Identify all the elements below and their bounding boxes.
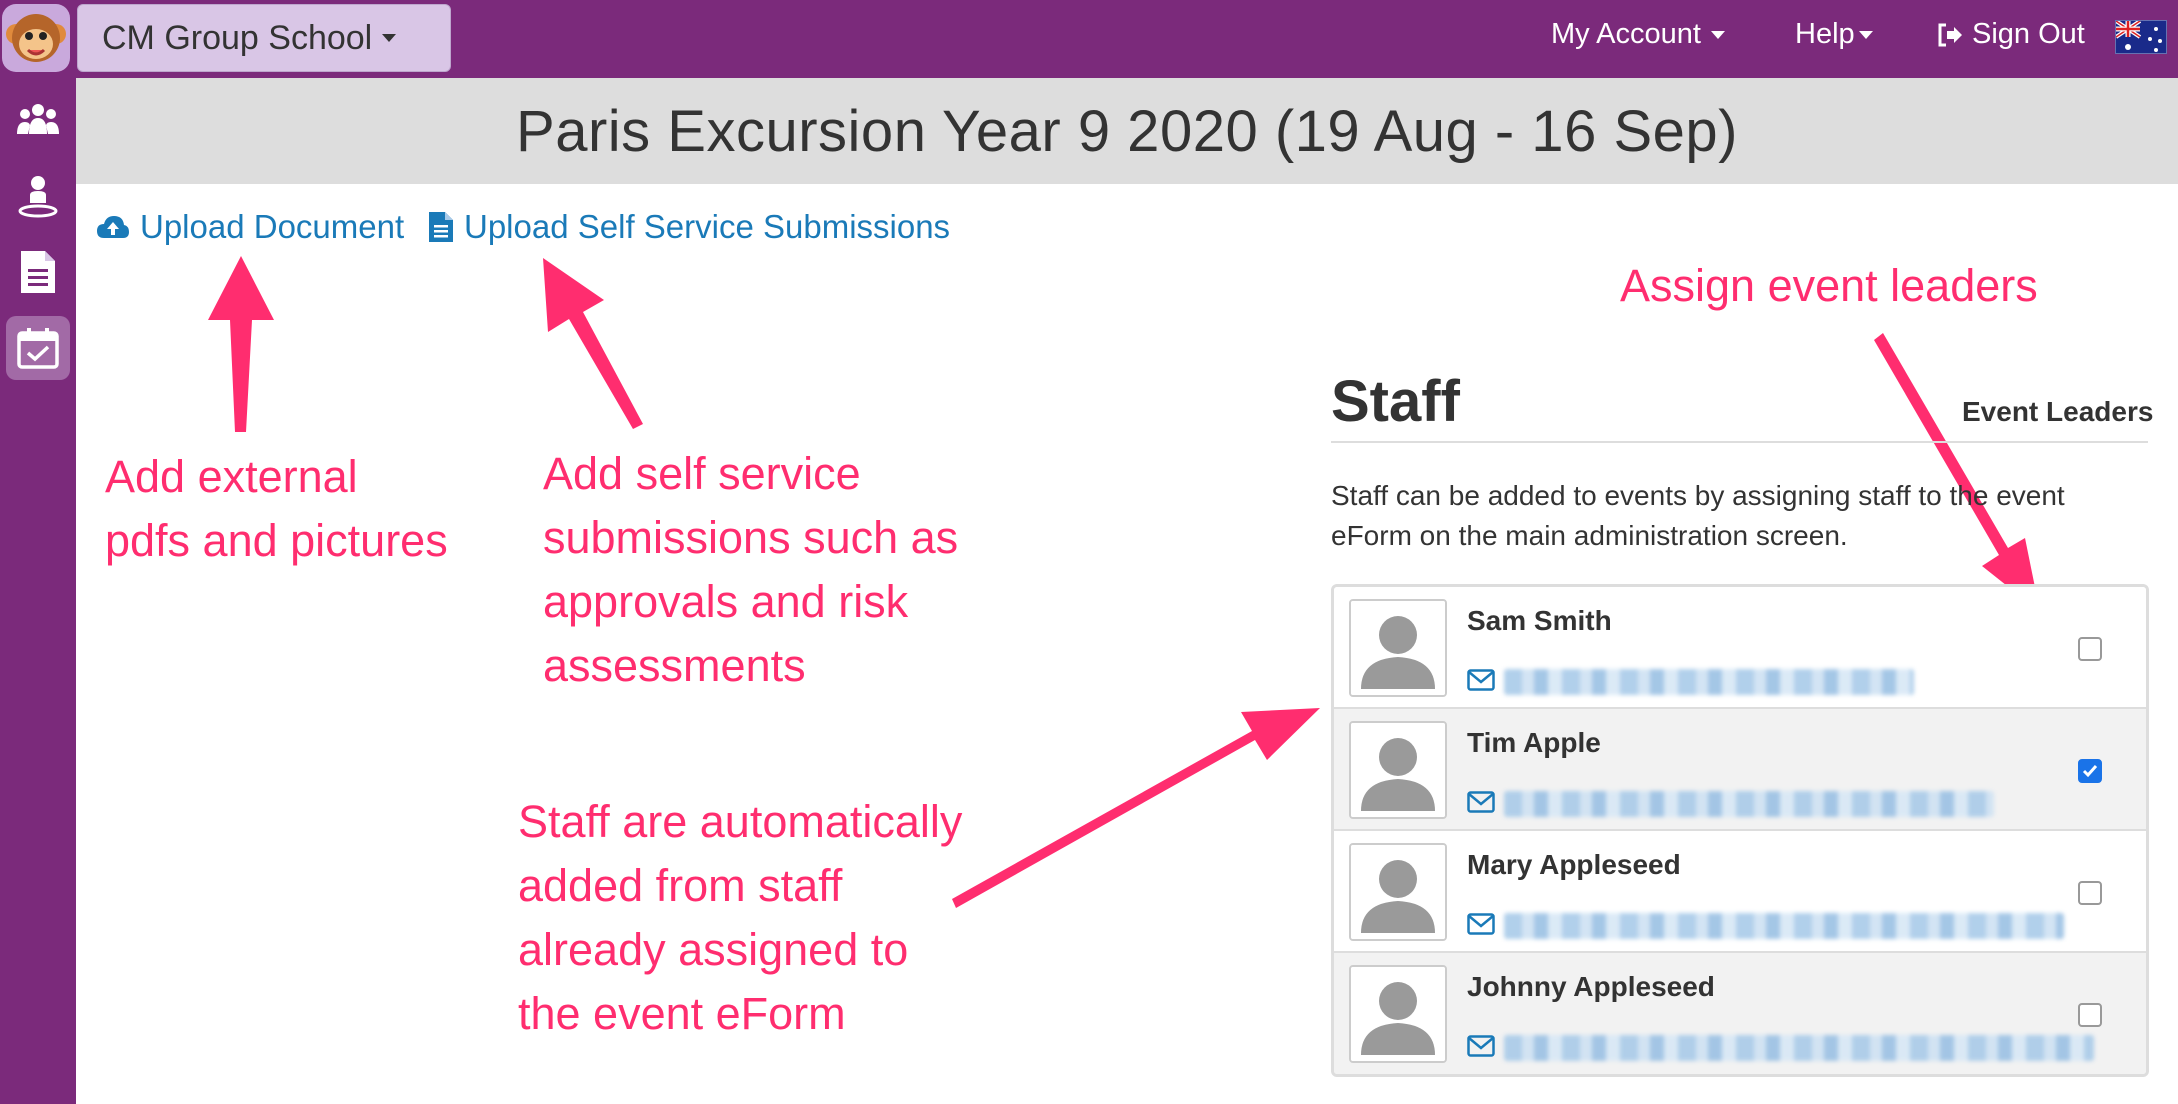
- arrow-to-upload-document: [208, 256, 274, 432]
- annotation-self-service: Add self service submissions such as app…: [543, 442, 958, 698]
- upload-document-label: Upload Document: [140, 208, 405, 245]
- event-leader-checkbox[interactable]: [2078, 1003, 2102, 1027]
- annotation-external-docs: Add external pdfs and pictures: [105, 445, 448, 573]
- sidebar: [0, 78, 76, 1104]
- avatar-placeholder-icon: [1349, 721, 1447, 819]
- help-menu[interactable]: Help: [1795, 18, 1873, 51]
- annotation-leaders: Assign event leaders: [1620, 254, 2038, 318]
- chevron-down-icon: [1858, 30, 1873, 39]
- staff-row: Tim Apple: [1334, 709, 2146, 831]
- help-label: Help: [1795, 18, 1855, 50]
- event-leader-checkbox-checked[interactable]: [2078, 759, 2102, 783]
- sidebar-item-groups[interactable]: [6, 88, 70, 152]
- annotation-line: submissions such as: [543, 512, 959, 563]
- staff-name: Tim Apple: [1467, 727, 1601, 758]
- staff-row: Mary Appleseed: [1334, 831, 2146, 953]
- envelope-icon: [1467, 791, 1495, 813]
- avatar-placeholder-icon: [1349, 599, 1447, 697]
- avatar-placeholder-icon: [1349, 843, 1447, 941]
- staff-name: Sam Smith: [1467, 605, 1612, 636]
- envelope-icon: [1467, 913, 1495, 935]
- annotation-line: Assign event leaders: [1620, 260, 2038, 311]
- event-leader-checkbox[interactable]: [2078, 881, 2102, 905]
- avatar-placeholder-icon: [1349, 965, 1447, 1063]
- staff-heading: Staff: [1331, 369, 1460, 434]
- annotation-line: approvals and risk: [543, 576, 909, 627]
- email-address-redacted[interactable]: [1504, 913, 2064, 939]
- upload-self-service-label: Upload Self Service Submissions: [464, 208, 951, 245]
- annotation-line: assessments: [543, 640, 806, 691]
- school-name: CM Group School: [102, 18, 373, 57]
- upload-document-link[interactable]: Upload Document: [96, 208, 404, 246]
- cloud-upload-icon: [97, 216, 129, 238]
- envelope-icon: [1467, 1035, 1495, 1057]
- envelope-icon: [1467, 669, 1495, 691]
- file-text-icon: [429, 212, 453, 242]
- checkmark-icon: [2082, 765, 2098, 778]
- school-selector-dropdown[interactable]: CM Group School: [77, 4, 451, 72]
- annotation-line: added from staff: [518, 860, 843, 911]
- my-account-menu[interactable]: My Account: [1551, 18, 1725, 51]
- staff-description: Staff can be added to events by assignin…: [1331, 480, 2065, 551]
- my-account-label: My Account: [1551, 18, 1701, 50]
- upload-self-service-link[interactable]: Upload Self Service Submissions: [428, 208, 950, 246]
- chevron-down-icon: [382, 34, 397, 42]
- email-address-redacted[interactable]: [1504, 1035, 2094, 1061]
- australia-flag-icon[interactable]: [2115, 20, 2167, 54]
- arrow-to-leader-checkbox: [1874, 333, 2040, 612]
- event-leaders-label: Event Leaders: [1962, 396, 2154, 427]
- arrow-to-staff-list: [952, 708, 1320, 908]
- sign-out-icon: [1938, 23, 1962, 46]
- annotation-line: Add external: [105, 451, 358, 502]
- sign-out-label: Sign Out: [1972, 18, 2085, 50]
- annotation-line: Staff are automatically: [518, 796, 963, 847]
- annotation-line: already assigned to: [518, 924, 909, 975]
- top-navbar: CM Group School My Account Help Sign Out: [0, 0, 2178, 78]
- annotation-line: pdfs and pictures: [105, 515, 448, 566]
- arrow-to-self-service: [543, 258, 643, 429]
- sign-out-button[interactable]: Sign Out: [1937, 18, 2085, 51]
- staff-row: Sam Smith: [1334, 587, 2146, 709]
- person-icon: [18, 176, 58, 218]
- event-leader-checkbox[interactable]: [2078, 637, 2102, 661]
- group-icon: [17, 104, 59, 134]
- sidebar-item-documents[interactable]: [6, 240, 70, 304]
- staff-name: Johnny Appleseed: [1467, 971, 1715, 1002]
- page-title: Paris Excursion Year 9 2020 (19 Aug - 16…: [516, 98, 1738, 164]
- calendar-check-icon: [17, 328, 59, 369]
- event-title-banner: Paris Excursion Year 9 2020 (19 Aug - 16…: [76, 78, 2178, 184]
- divider: [1331, 441, 2148, 443]
- email-address-redacted[interactable]: [1504, 669, 1914, 695]
- monkey-logo-icon[interactable]: [2, 4, 70, 72]
- document-icon: [21, 251, 55, 293]
- staff-name: Mary Appleseed: [1467, 849, 1681, 880]
- annotation-line: Add self service: [543, 448, 861, 499]
- staff-list: Sam Smith Tim Apple Mary Appleseed Johnn…: [1331, 584, 2149, 1077]
- chevron-down-icon: [1710, 30, 1725, 39]
- sidebar-item-person[interactable]: [6, 164, 70, 228]
- annotation-line: the event eForm: [518, 988, 846, 1039]
- sidebar-item-events[interactable]: [6, 316, 70, 380]
- staff-row: Johnny Appleseed: [1334, 953, 2146, 1074]
- annotation-staff-auto: Staff are automatically added from staff…: [518, 790, 962, 1046]
- email-address-redacted[interactable]: [1504, 791, 1994, 817]
